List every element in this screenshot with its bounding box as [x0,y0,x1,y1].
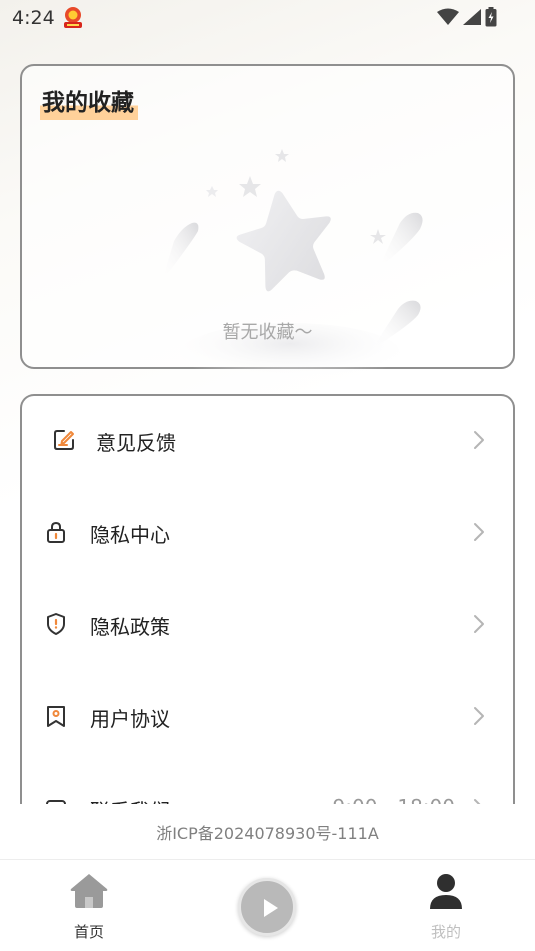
chevron-right-icon [473,430,485,450]
menu-item-privacy-policy[interactable]: 隐私政策 [22,580,513,672]
battery-icon [485,7,497,31]
menu-item-label: 联系我们 [90,795,170,804]
icp-record-text: 浙ICP备2024078930号-111A [156,824,379,843]
tab-home[interactable]: 首页 [34,860,144,951]
menu-item-label: 隐私政策 [90,615,170,639]
empty-favorites-text: 暂无收藏～ [222,322,313,343]
menu-item-label: 隐私中心 [90,523,170,547]
menu-item-label: 意见反馈 [96,431,176,455]
tab-me-label: 我的 [430,923,461,941]
chevron-right-icon [473,614,485,634]
chevron-right-icon [473,522,485,542]
lock-icon [44,520,68,544]
status-icons [437,7,497,31]
favorites-title: 我的收藏 [40,86,138,120]
menu-item-label: 用户协议 [90,707,170,731]
menu-item-feedback[interactable]: 意见反馈 [22,396,513,488]
status-time: 4:24 [12,7,55,29]
play-button[interactable] [238,878,296,936]
feedback-edit-icon [52,428,76,452]
status-bar: 4:24 [0,0,535,36]
tab-home-label: 首页 [73,923,104,941]
menu-item-contact-us[interactable]: 联系我们 9:00 - 18:00 [22,764,513,804]
contact-icon [44,796,68,804]
wifi-icon [437,8,459,30]
tab-me[interactable]: 我的 [391,860,501,951]
home-icon [68,870,110,912]
user-icon [425,870,467,912]
contact-hours: 9:00 - 18:00 [333,795,455,804]
favorites-card: 我的收藏 暂无收藏～ [20,64,515,383]
menu-card: 意见反馈 隐私中心 隐私政策 用户协议 [20,394,515,804]
shield-icon [44,612,68,636]
bottom-tab-bar: 首页 我的 [0,859,535,951]
menu-item-privacy-center[interactable]: 隐私中心 [22,488,513,580]
bookmark-icon [44,704,68,728]
app-notification-icon [61,6,85,30]
chevron-right-icon [473,798,485,804]
chevron-right-icon [473,706,485,726]
menu-item-user-agreement[interactable]: 用户协议 [22,672,513,764]
signal-icon [462,8,482,30]
